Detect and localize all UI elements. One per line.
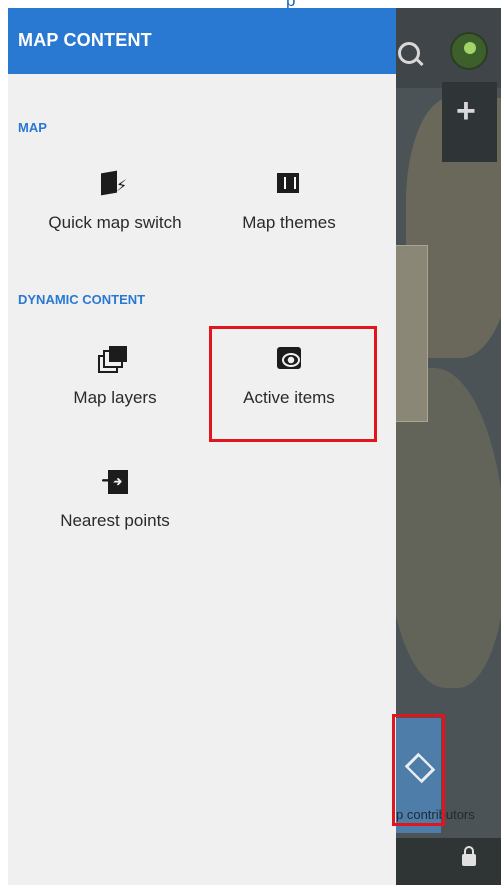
top-strip	[0, 0, 501, 8]
map-themes-label: Map themes	[242, 213, 336, 232]
lock-icon[interactable]	[462, 846, 476, 866]
quick-map-switch-icon	[99, 168, 131, 200]
map-layers-icon	[99, 343, 131, 375]
search-icon[interactable]	[398, 42, 420, 64]
highlight-active-items	[209, 326, 377, 442]
section-title-map: MAP	[18, 120, 47, 135]
map-themes-item[interactable]: Map themes	[204, 168, 374, 233]
map-bottom-bar	[396, 838, 501, 885]
map-layers-label: Map layers	[73, 388, 157, 407]
nearest-points-item[interactable]: ➜ Nearest points	[30, 466, 200, 531]
nearest-points-icon: ➜	[99, 466, 131, 498]
map-themes-icon	[273, 168, 305, 200]
map-overlay-sheet	[396, 245, 428, 422]
map-content-drawer: MAP CONTENT MAP Quick map switch Map the…	[8, 8, 396, 885]
quick-map-switch-label: Quick map switch	[48, 213, 182, 232]
section-title-dynamic-content: DYNAMIC CONTENT	[18, 292, 146, 307]
drawer-header: MAP CONTENT	[8, 8, 396, 74]
map-layers-item[interactable]: Map layers	[30, 343, 200, 408]
zoom-in-icon[interactable]: +	[456, 92, 476, 131]
gps-icon[interactable]	[450, 32, 488, 70]
nearest-points-label: Nearest points	[60, 511, 170, 530]
drawer-title: MAP CONTENT	[18, 30, 152, 50]
highlight-layers-button	[392, 714, 445, 826]
quick-map-switch-item[interactable]: Quick map switch	[30, 168, 200, 233]
